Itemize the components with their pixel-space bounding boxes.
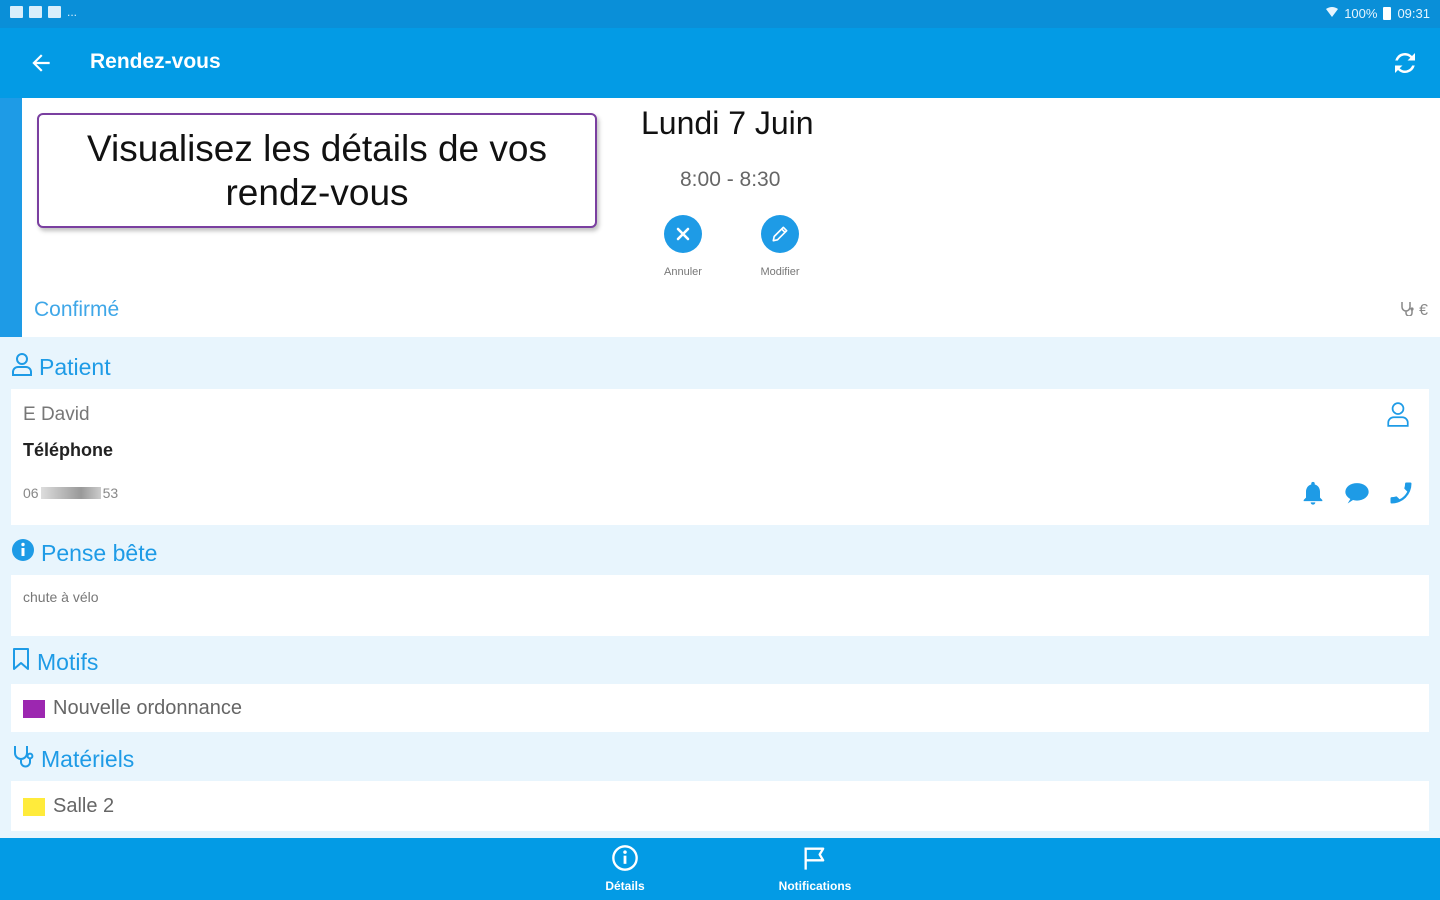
note-title-label: Pense bête <box>41 539 158 566</box>
cancel-appointment-button[interactable]: Annuler <box>643 215 723 278</box>
bookmark-icon <box>11 647 31 677</box>
motifs-title-label: Motifs <box>37 648 99 675</box>
wifi-icon <box>1326 6 1339 21</box>
tab-details[interactable]: Détails <box>565 844 685 893</box>
cancel-label: Annuler <box>664 266 702 278</box>
note-text: chute à vélo <box>23 589 99 605</box>
motifs-card: Nouvelle ordonnance <box>11 684 1429 732</box>
stethoscope-icon <box>11 744 35 774</box>
appointment-time: 8:00 - 8:30 <box>680 168 781 191</box>
motif-color-swatch <box>23 699 45 718</box>
message-icon <box>48 6 61 18</box>
patient-title-label: Patient <box>39 353 111 380</box>
notification-icons: ... <box>10 6 77 18</box>
close-icon <box>664 215 702 253</box>
list-item: Nouvelle ordonnance <box>23 697 242 720</box>
motifs-section-title: Motifs <box>11 647 98 677</box>
info-icon <box>11 538 35 568</box>
battery-icon <box>1383 7 1392 20</box>
flag-icon <box>801 847 829 876</box>
tab-notifications[interactable]: Notifications <box>755 844 875 893</box>
phone-prefix: 06 <box>23 485 39 501</box>
bell-icon[interactable] <box>1299 479 1327 507</box>
edit-appointment-button[interactable]: Modifier <box>740 215 820 278</box>
tab-details-label: Détails <box>605 879 645 893</box>
patient-profile-icon[interactable] <box>1385 401 1411 427</box>
bottom-navigation: Détails Notifications <box>0 838 1440 900</box>
more-notifications-text: ... <box>67 5 78 19</box>
status-badge: Confirmé <box>34 298 120 321</box>
phone-number[interactable]: 06 53 <box>23 485 118 501</box>
clock: 09:31 <box>1397 6 1430 21</box>
appointment-header: Visualisez les détails de vos rendz-vous… <box>0 98 1440 337</box>
app-bar: Rendez-vous <box>0 28 1440 98</box>
patient-contact-actions <box>1299 479 1415 507</box>
phone-icon[interactable] <box>1387 479 1415 507</box>
tab-notifications-label: Notifications <box>778 879 852 893</box>
status-bar: ... 100% 09:31 <box>0 0 1440 28</box>
stethoscope-icon <box>1399 300 1415 321</box>
materiel-color-swatch <box>23 797 45 816</box>
person-icon <box>11 352 33 382</box>
info-outline-icon <box>611 845 639 876</box>
pencil-icon <box>761 215 799 253</box>
patient-name[interactable]: E David <box>23 404 90 426</box>
mail-icon <box>29 6 42 18</box>
materiels-title-label: Matériels <box>41 745 135 772</box>
patient-card: E David Téléphone 06 53 <box>11 389 1429 525</box>
chat-bubble-icon[interactable] <box>1343 479 1371 507</box>
image-icon <box>10 6 23 18</box>
header-info-icons: € <box>1399 300 1428 321</box>
patient-section-title: Patient <box>11 352 111 382</box>
materiel-label: Salle 2 <box>53 795 115 817</box>
phone-label: Téléphone <box>23 440 114 460</box>
currency-symbol: € <box>1419 301 1428 319</box>
tutorial-callout: Visualisez les détails de vos rendz-vous <box>37 113 597 228</box>
note-section-title: Pense bête <box>11 538 157 568</box>
system-status: 100% 09:31 <box>1326 6 1430 21</box>
motif-label: Nouvelle ordonnance <box>53 697 243 719</box>
list-item: Salle 2 <box>23 795 114 818</box>
refresh-icon[interactable] <box>1390 48 1420 78</box>
back-arrow-icon[interactable] <box>28 50 54 76</box>
materiels-card: Salle 2 <box>11 781 1429 831</box>
battery-percent: 100% <box>1344 6 1378 21</box>
phone-redacted <box>40 487 101 499</box>
appointment-color-bar <box>0 98 22 337</box>
appointment-date: Lundi 7 Juin <box>641 105 814 141</box>
note-card: chute à vélo <box>11 575 1429 636</box>
edit-label: Modifier <box>760 266 800 278</box>
phone-suffix: 53 <box>102 485 119 501</box>
page-title: Rendez-vous <box>90 50 221 73</box>
materiels-section-title: Matériels <box>11 744 134 774</box>
